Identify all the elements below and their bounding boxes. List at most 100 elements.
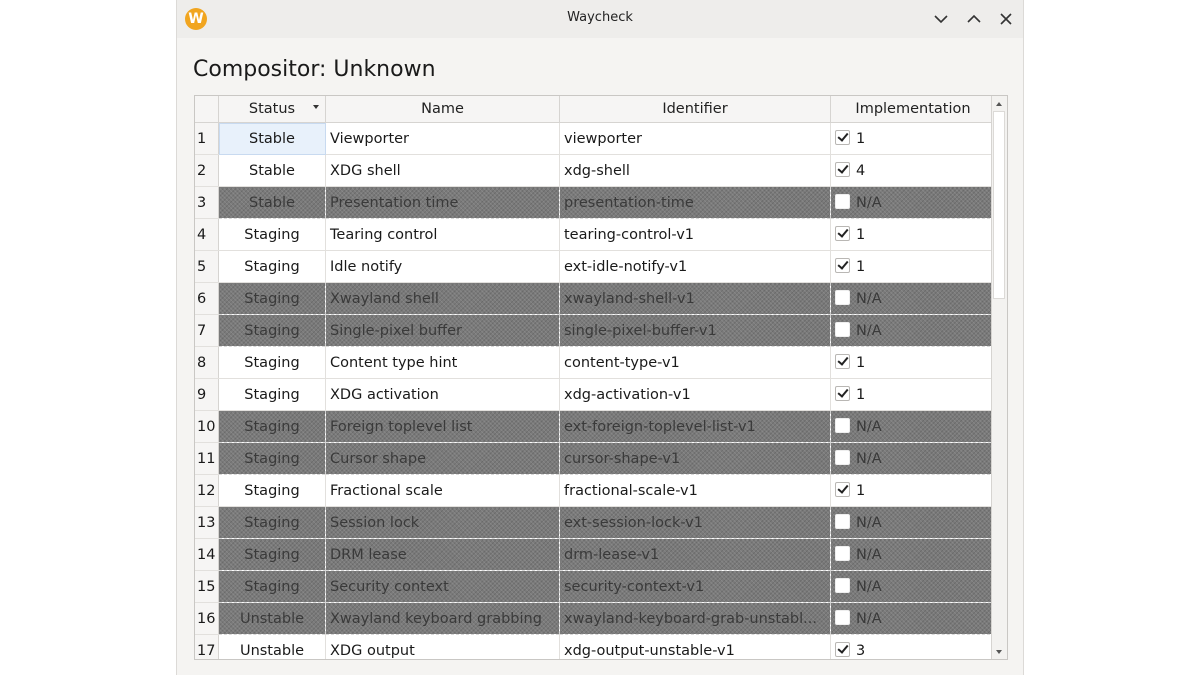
- identifier-cell[interactable]: single-pixel-buffer-v1: [559, 314, 831, 347]
- identifier-cell[interactable]: xdg-activation-v1: [559, 378, 831, 411]
- implementation-cell[interactable]: 1: [830, 250, 996, 283]
- table-row[interactable]: 6 Staging Xwayland shell xwayland-shell-v1 N…: [195, 282, 996, 315]
- checked-checkbox-icon[interactable]: [835, 386, 850, 401]
- checked-checkbox-icon[interactable]: [835, 130, 850, 145]
- checked-checkbox-icon[interactable]: [835, 354, 850, 369]
- implementation-cell[interactable]: 1: [830, 346, 996, 379]
- table-row[interactable]: 1 Stable Viewporter viewporter 1: [195, 122, 996, 155]
- implementation-cell[interactable]: N/A: [830, 570, 996, 603]
- status-cell[interactable]: Staging: [218, 442, 326, 475]
- unchecked-checkbox-icon[interactable]: [835, 578, 850, 593]
- status-cell[interactable]: Unstable: [218, 634, 326, 659]
- implementation-cell[interactable]: 3: [830, 634, 996, 659]
- checked-checkbox-icon[interactable]: [835, 226, 850, 241]
- row-number[interactable]: 15: [195, 570, 219, 603]
- implementation-cell[interactable]: N/A: [830, 314, 996, 347]
- status-cell[interactable]: Staging: [218, 346, 326, 379]
- implementation-cell[interactable]: N/A: [830, 282, 996, 315]
- implementation-cell[interactable]: 1: [830, 218, 996, 251]
- checked-checkbox-icon[interactable]: [835, 162, 850, 177]
- column-header-status[interactable]: Status: [218, 96, 326, 123]
- name-cell[interactable]: Content type hint: [325, 346, 560, 379]
- checked-checkbox-icon[interactable]: [835, 258, 850, 273]
- table-row[interactable]: 15 Staging Security context security-contex…: [195, 570, 996, 603]
- table-row[interactable]: 12 Staging Fractional scale fractional-scal…: [195, 474, 996, 507]
- table-row[interactable]: 4 Staging Tearing control tearing-control-v…: [195, 218, 996, 251]
- name-cell[interactable]: Foreign toplevel list: [325, 410, 560, 443]
- identifier-cell[interactable]: viewporter: [559, 122, 831, 155]
- status-cell[interactable]: Staging: [218, 410, 326, 443]
- identifier-cell[interactable]: tearing-control-v1: [559, 218, 831, 251]
- row-number[interactable]: 4: [195, 218, 219, 251]
- implementation-cell[interactable]: N/A: [830, 538, 996, 571]
- name-cell[interactable]: XDG output: [325, 634, 560, 659]
- scroll-up-arrow-icon[interactable]: [992, 96, 1007, 111]
- implementation-cell[interactable]: 1: [830, 378, 996, 411]
- name-cell[interactable]: DRM lease: [325, 538, 560, 571]
- identifier-cell[interactable]: ext-session-lock-v1: [559, 506, 831, 539]
- scrollbar-thumb[interactable]: [993, 111, 1005, 299]
- unchecked-checkbox-icon[interactable]: [835, 514, 850, 529]
- status-cell[interactable]: Staging: [218, 250, 326, 283]
- table-row[interactable]: 14 Staging DRM lease drm-lease-v1 N/A: [195, 538, 996, 571]
- name-cell[interactable]: Fractional scale: [325, 474, 560, 507]
- row-number[interactable]: 17: [195, 634, 219, 659]
- row-number[interactable]: 9: [195, 378, 219, 411]
- status-cell[interactable]: Stable: [218, 122, 326, 155]
- unchecked-checkbox-icon[interactable]: [835, 546, 850, 561]
- status-cell[interactable]: Staging: [218, 506, 326, 539]
- identifier-cell[interactable]: ext-idle-notify-v1: [559, 250, 831, 283]
- identifier-cell[interactable]: xwayland-shell-v1: [559, 282, 831, 315]
- table-row[interactable]: 13 Staging Session lock ext-session-lock-v1…: [195, 506, 996, 539]
- identifier-cell[interactable]: xdg-shell: [559, 154, 831, 187]
- title-bar[interactable]: W Waycheck: [177, 0, 1023, 38]
- name-cell[interactable]: XDG shell: [325, 154, 560, 187]
- row-number[interactable]: 6: [195, 282, 219, 315]
- status-cell[interactable]: Staging: [218, 378, 326, 411]
- table-row[interactable]: 10 Staging Foreign toplevel list ext-foreig…: [195, 410, 996, 443]
- table-row[interactable]: 2 Stable XDG shell xdg-shell 4: [195, 154, 996, 187]
- row-number[interactable]: 11: [195, 442, 219, 475]
- identifier-cell[interactable]: xdg-output-unstable-v1: [559, 634, 831, 659]
- unchecked-checkbox-icon[interactable]: [835, 610, 850, 625]
- unchecked-checkbox-icon[interactable]: [835, 290, 850, 305]
- name-cell[interactable]: Session lock: [325, 506, 560, 539]
- checked-checkbox-icon[interactable]: [835, 482, 850, 497]
- implementation-cell[interactable]: N/A: [830, 506, 996, 539]
- row-number[interactable]: 7: [195, 314, 219, 347]
- name-cell[interactable]: Idle notify: [325, 250, 560, 283]
- identifier-cell[interactable]: ext-foreign-toplevel-list-v1: [559, 410, 831, 443]
- vertical-scrollbar[interactable]: [991, 96, 1007, 659]
- implementation-cell[interactable]: N/A: [830, 410, 996, 443]
- corner-button[interactable]: [195, 96, 219, 123]
- column-header-implementation[interactable]: Implementation: [830, 96, 996, 123]
- status-cell[interactable]: Staging: [218, 282, 326, 315]
- row-number[interactable]: 5: [195, 250, 219, 283]
- status-cell[interactable]: Stable: [218, 186, 326, 219]
- implementation-cell[interactable]: 1: [830, 122, 996, 155]
- row-number[interactable]: 10: [195, 410, 219, 443]
- implementation-cell[interactable]: N/A: [830, 442, 996, 475]
- table-row[interactable]: 7 Staging Single-pixel buffer single-pixel-…: [195, 314, 996, 347]
- row-number[interactable]: 3: [195, 186, 219, 219]
- table-row[interactable]: 3 Stable Presentation time presentation-tim…: [195, 186, 996, 219]
- unchecked-checkbox-icon[interactable]: [835, 322, 850, 337]
- name-cell[interactable]: Single-pixel buffer: [325, 314, 560, 347]
- name-cell[interactable]: Presentation time: [325, 186, 560, 219]
- identifier-cell[interactable]: drm-lease-v1: [559, 538, 831, 571]
- name-cell[interactable]: Xwayland shell: [325, 282, 560, 315]
- status-cell[interactable]: Stable: [218, 154, 326, 187]
- name-cell[interactable]: Tearing control: [325, 218, 560, 251]
- implementation-cell[interactable]: N/A: [830, 602, 996, 635]
- identifier-cell[interactable]: presentation-time: [559, 186, 831, 219]
- scroll-down-arrow-icon[interactable]: [992, 644, 1007, 659]
- unchecked-checkbox-icon[interactable]: [835, 194, 850, 209]
- unchecked-checkbox-icon[interactable]: [835, 418, 850, 433]
- name-cell[interactable]: Viewporter: [325, 122, 560, 155]
- checked-checkbox-icon[interactable]: [835, 642, 850, 657]
- status-cell[interactable]: Staging: [218, 314, 326, 347]
- maximize-button[interactable]: [964, 9, 984, 29]
- unchecked-checkbox-icon[interactable]: [835, 450, 850, 465]
- status-cell[interactable]: Unstable: [218, 602, 326, 635]
- name-cell[interactable]: Cursor shape: [325, 442, 560, 475]
